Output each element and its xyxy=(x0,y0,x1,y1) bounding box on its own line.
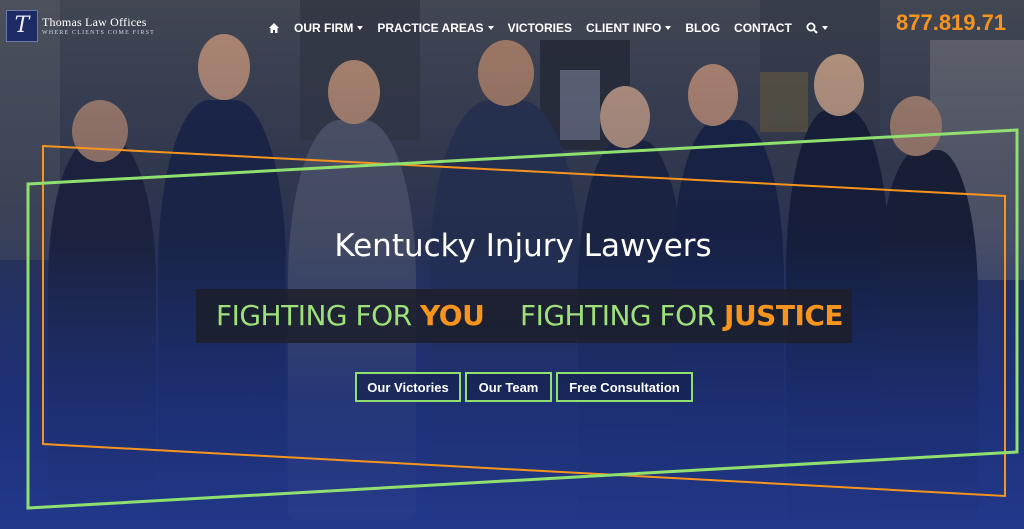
hero-tagline-banner: FIGHTING FOR YOU FIGHTING FOR JUSTICE xyxy=(196,289,852,343)
logo-mark-icon: T xyxy=(6,10,38,42)
nav-item-our-firm[interactable]: OUR FIRM xyxy=(294,21,364,35)
chevron-down-icon xyxy=(357,26,364,30)
phone-number-link[interactable]: 877.819.71 xyxy=(896,10,1006,36)
tagline-emphasis: JUSTICE xyxy=(724,299,844,332)
tagline-emphasis: YOU xyxy=(420,299,485,332)
site-logo[interactable]: T Thomas Law Offices WHERE CLIENTS COME … xyxy=(6,10,154,44)
chevron-down-icon xyxy=(821,26,828,30)
chevron-down-icon xyxy=(487,26,494,30)
nav-item-label: CONTACT xyxy=(734,21,792,35)
search-toggle[interactable] xyxy=(806,22,828,34)
nav-item-label: PRACTICE AREAS xyxy=(377,21,484,35)
our-team-button[interactable]: Our Team xyxy=(465,372,552,402)
nav-item-practice-areas[interactable]: PRACTICE AREAS xyxy=(377,21,494,35)
our-victories-button[interactable]: Our Victories xyxy=(355,372,461,402)
free-consultation-button[interactable]: Free Consultation xyxy=(556,372,693,402)
nav-item-victories[interactable]: VICTORIES xyxy=(508,21,572,35)
nav-item-client-info[interactable]: CLIENT INFO xyxy=(586,21,672,35)
tagline-prefix: FIGHTING FOR xyxy=(520,299,725,332)
logo-name: Thomas Law Offices xyxy=(42,15,147,29)
tagline-prefix: FIGHTING FOR xyxy=(216,299,421,332)
top-navigation: T Thomas Law Offices WHERE CLIENTS COME … xyxy=(0,0,1024,56)
nav-item-label: VICTORIES xyxy=(507,21,573,35)
hero-background xyxy=(0,0,1024,529)
search-icon xyxy=(806,22,818,34)
logo-tagline: WHERE CLIENTS COME FIRST xyxy=(42,30,155,36)
chevron-down-icon xyxy=(665,26,672,30)
tagline-fighting-for-you: FIGHTING FOR YOU xyxy=(216,299,485,332)
nav-item-label: CLIENT INFO xyxy=(586,21,662,35)
nav-item-label: OUR FIRM xyxy=(294,21,354,35)
home-icon[interactable] xyxy=(268,22,280,34)
tagline-fighting-for-justice: FIGHTING FOR JUSTICE xyxy=(520,299,844,332)
main-menu: OUR FIRM PRACTICE AREAS VICTORIES CLIENT… xyxy=(268,19,842,37)
hero-frame-lines xyxy=(26,128,1019,510)
nav-item-contact[interactable]: CONTACT xyxy=(734,21,792,35)
hero-headline: Kentucky Injury Lawyers xyxy=(334,228,712,264)
hero-buttons: Our Victories Our Team Free Consultation xyxy=(355,372,697,402)
nav-item-label: BLOG xyxy=(685,21,721,35)
nav-item-blog[interactable]: BLOG xyxy=(685,21,720,35)
